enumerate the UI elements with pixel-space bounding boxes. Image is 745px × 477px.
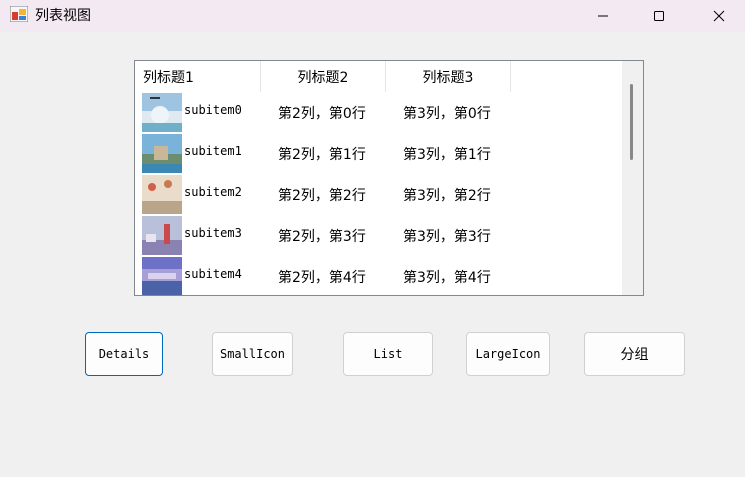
list-header: 列标题1 列标题2 列标题3 <box>135 61 622 92</box>
close-icon <box>713 10 725 22</box>
list-item[interactable]: subitem1 第2列，第1行 第3列，第1行 <box>135 133 622 174</box>
window-title: 列表视图 <box>35 8 91 24</box>
details-button[interactable]: Details <box>85 332 163 376</box>
minimize-icon <box>598 15 608 17</box>
item-col3: 第3列，第1行 <box>403 147 491 163</box>
item-col2: 第2列，第2行 <box>278 188 366 204</box>
thumbnail-image <box>142 175 182 214</box>
list-item[interactable]: subitem0 第2列，第0行 第3列，第0行 <box>135 92 622 133</box>
list-button[interactable]: List <box>343 332 433 376</box>
column-header-2[interactable]: 列标题2 <box>261 61 386 92</box>
minimize-button[interactable] <box>580 0 626 32</box>
title-bar: 列表视图 <box>0 0 745 32</box>
column-header-1[interactable]: 列标题1 <box>135 61 261 92</box>
thumbnail-image <box>142 216 182 255</box>
list-item[interactable]: subitem4 第2列，第4行 第3列，第4行 <box>135 256 622 295</box>
maximize-icon <box>654 11 664 21</box>
thumbnail-image <box>142 134 182 173</box>
maximize-button[interactable] <box>636 0 682 32</box>
item-col3: 第3列，第3行 <box>403 229 491 245</box>
vertical-scrollbar[interactable] <box>622 61 643 295</box>
item-col2: 第2列，第1行 <box>278 147 366 163</box>
item-col3: 第3列，第4行 <box>403 270 491 286</box>
list-rows: subitem0 第2列，第0行 第3列，第0行 subitem1 第2列，第1… <box>135 92 622 295</box>
small-icon-button[interactable]: SmallIcon <box>212 332 293 376</box>
item-name: subitem0 <box>184 103 242 117</box>
item-name: subitem4 <box>184 267 242 281</box>
large-icon-button[interactable]: LargeIcon <box>466 332 550 376</box>
list-view[interactable]: 列标题1 列标题2 列标题3 subitem0 第2列，第0行 第3列，第0行 <box>134 60 644 296</box>
item-col2: 第2列，第4行 <box>278 270 366 286</box>
thumbnail-image <box>142 257 182 295</box>
list-item[interactable]: subitem3 第2列，第3行 第3列，第3行 <box>135 215 622 256</box>
list-item[interactable]: subitem2 第2列，第2行 第3列，第2行 <box>135 174 622 215</box>
close-button[interactable] <box>696 0 742 32</box>
column-header-3[interactable]: 列标题3 <box>386 61 511 92</box>
scrollbar-thumb[interactable] <box>630 84 633 160</box>
column-header-filler <box>511 61 622 92</box>
item-name: subitem2 <box>184 185 242 199</box>
app-icon <box>10 6 28 22</box>
item-name: subitem3 <box>184 226 242 240</box>
item-col3: 第3列，第2行 <box>403 188 491 204</box>
item-name: subitem1 <box>184 144 242 158</box>
item-col3: 第3列，第0行 <box>403 106 491 122</box>
group-button[interactable]: 分组 <box>584 332 685 376</box>
thumbnail-image <box>142 93 182 132</box>
item-col2: 第2列，第0行 <box>278 106 366 122</box>
item-col2: 第2列，第3行 <box>278 229 366 245</box>
